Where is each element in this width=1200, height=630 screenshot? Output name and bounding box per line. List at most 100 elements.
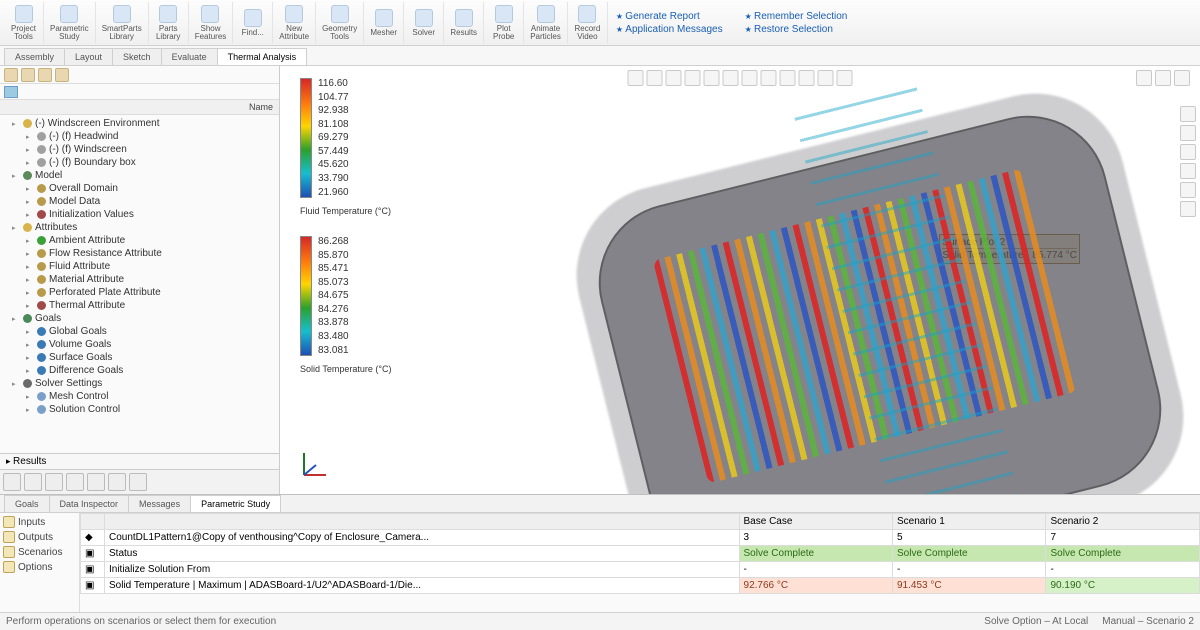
vp-side-icon[interactable] — [1180, 125, 1196, 141]
vp-icon[interactable] — [628, 70, 644, 86]
tree-node[interactable]: Model — [6, 169, 277, 182]
tree-node[interactable]: Solution Control — [6, 403, 277, 416]
view-icon[interactable] — [3, 473, 21, 491]
tree-node[interactable]: Thermal Attribute — [6, 299, 277, 312]
ribbon-geom_tools[interactable]: Geometry Tools — [316, 2, 364, 43]
tree-icon — [23, 119, 32, 128]
ribbon-solver[interactable]: Solver — [404, 2, 444, 43]
ribbon-find[interactable]: Find... — [233, 2, 273, 43]
ribbon-show_feat[interactable]: Show Features — [189, 2, 234, 43]
bottom-tab-data-inspector[interactable]: Data Inspector — [49, 495, 130, 512]
link-remember-selection[interactable]: Remember Selection — [745, 11, 848, 22]
minimize-icon[interactable] — [1136, 70, 1152, 86]
ribbon-anim_part[interactable]: Animate Particles — [524, 2, 568, 43]
side-outputs[interactable]: Outputs — [3, 531, 76, 543]
tree-node[interactable]: Goals — [6, 312, 277, 325]
tree-node[interactable]: Model Data — [6, 195, 277, 208]
tab-layout[interactable]: Layout — [64, 48, 113, 65]
tree-node[interactable]: (-) Windscreen Environment — [6, 117, 277, 130]
link-app-messages[interactable]: Application Messages — [616, 24, 723, 35]
ribbon-rec_video[interactable]: Record Video — [568, 2, 608, 43]
bottom-tab-messages[interactable]: Messages — [128, 495, 191, 512]
vp-icon[interactable] — [704, 70, 720, 86]
side-options[interactable]: Options — [3, 561, 76, 573]
funnel-icon[interactable] — [4, 86, 18, 98]
ribbon-results[interactable]: Results — [444, 2, 484, 43]
vp-side-icon[interactable] — [1180, 106, 1196, 122]
tree-tool-icon[interactable] — [21, 68, 35, 82]
tree-tool-icon[interactable] — [55, 68, 69, 82]
model-tree[interactable]: (-) Windscreen Environment(-) (f) Headwi… — [0, 115, 279, 453]
tab-assembly[interactable]: Assembly — [4, 48, 65, 65]
row-icon-cell[interactable]: ▣ — [81, 578, 105, 594]
vp-icon[interactable] — [685, 70, 701, 86]
view-icon[interactable] — [108, 473, 126, 491]
maximize-icon[interactable] — [1155, 70, 1171, 86]
ribbon-parts_lib[interactable]: Parts Library — [149, 2, 189, 43]
tree-node[interactable]: Attributes — [6, 221, 277, 234]
vp-icon[interactable] — [647, 70, 663, 86]
tree-node[interactable]: Solver Settings — [6, 377, 277, 390]
bottom-tab-goals[interactable]: Goals — [4, 495, 50, 512]
link-restore-selection[interactable]: Restore Selection — [745, 24, 848, 35]
axis-triad[interactable] — [298, 447, 332, 484]
tab-sketch[interactable]: Sketch — [112, 48, 162, 65]
vp-icon[interactable] — [799, 70, 815, 86]
ribbon-parametric_study[interactable]: Parametric Study — [44, 2, 96, 43]
view-icon[interactable] — [129, 473, 147, 491]
status-scenario[interactable]: Manual – Scenario 2 — [1102, 616, 1194, 627]
tab-thermal-analysis[interactable]: Thermal Analysis — [217, 48, 308, 65]
view-icon[interactable] — [87, 473, 105, 491]
viewport-3d[interactable]: 116.60104.7792.93881.10869.27957.44945.6… — [280, 66, 1200, 494]
results-section-header[interactable]: ▸ Results — [0, 453, 279, 469]
tree-node[interactable]: Overall Domain — [6, 182, 277, 195]
tree-label: Thermal Attribute — [49, 300, 125, 311]
side-inputs[interactable]: Inputs — [3, 516, 76, 528]
vp-icon[interactable] — [818, 70, 834, 86]
view-icon[interactable] — [45, 473, 63, 491]
tree-node[interactable]: Initialization Values — [6, 208, 277, 221]
row-icon-cell[interactable]: ◆ — [81, 530, 105, 546]
status-solve-option[interactable]: Solve Option – At Local — [984, 616, 1088, 627]
ribbon-mesher[interactable]: Mesher — [364, 2, 404, 43]
tree-tool-icon[interactable] — [4, 68, 18, 82]
ribbon-smartparts[interactable]: SmartParts Library — [96, 2, 149, 43]
row-icon-cell[interactable]: ▣ — [81, 546, 105, 562]
tree-node[interactable]: Global Goals — [6, 325, 277, 338]
view-icon[interactable] — [66, 473, 84, 491]
vp-icon[interactable] — [761, 70, 777, 86]
tree-node[interactable]: Perforated Plate Attribute — [6, 286, 277, 299]
tree-node[interactable]: (-) (f) Headwind — [6, 130, 277, 143]
tree-node[interactable]: Fluid Attribute — [6, 260, 277, 273]
bottom-tab-parametric-study[interactable]: Parametric Study — [190, 495, 281, 512]
view-icon[interactable] — [24, 473, 42, 491]
vp-icon[interactable] — [837, 70, 853, 86]
tree-tool-icon[interactable] — [38, 68, 52, 82]
link-generate-report[interactable]: Generate Report — [616, 11, 723, 22]
tree-node[interactable]: Surface Goals — [6, 351, 277, 364]
tree-node[interactable]: Difference Goals — [6, 364, 277, 377]
row-icon-cell[interactable]: ▣ — [81, 562, 105, 578]
vp-icon[interactable] — [723, 70, 739, 86]
ribbon-project_tools[interactable]: Project Tools — [4, 2, 44, 43]
tree-node[interactable]: Material Attribute — [6, 273, 277, 286]
close-icon[interactable] — [1174, 70, 1190, 86]
vp-side-icon[interactable] — [1180, 201, 1196, 217]
vp-side-icon[interactable] — [1180, 163, 1196, 179]
tree-node[interactable]: Volume Goals — [6, 338, 277, 351]
tree-node[interactable]: Flow Resistance Attribute — [6, 247, 277, 260]
parametric-table-wrap[interactable]: Base CaseScenario 1Scenario 2◆CountDL1Pa… — [80, 513, 1200, 612]
side-scenarios[interactable]: Scenarios — [3, 546, 76, 558]
vp-icon[interactable] — [666, 70, 682, 86]
ribbon-probe[interactable]: Plot Probe — [484, 2, 524, 43]
tree-node[interactable]: Mesh Control — [6, 390, 277, 403]
vp-side-icon[interactable] — [1180, 182, 1196, 198]
vp-icon[interactable] — [742, 70, 758, 86]
ribbon-new_attr[interactable]: New Attribute — [273, 2, 316, 43]
tree-node[interactable]: (-) (f) Boundary box — [6, 156, 277, 169]
vp-icon[interactable] — [780, 70, 796, 86]
tree-node[interactable]: Ambient Attribute — [6, 234, 277, 247]
vp-side-icon[interactable] — [1180, 144, 1196, 160]
tree-node[interactable]: (-) (f) Windscreen — [6, 143, 277, 156]
tab-evaluate[interactable]: Evaluate — [161, 48, 218, 65]
